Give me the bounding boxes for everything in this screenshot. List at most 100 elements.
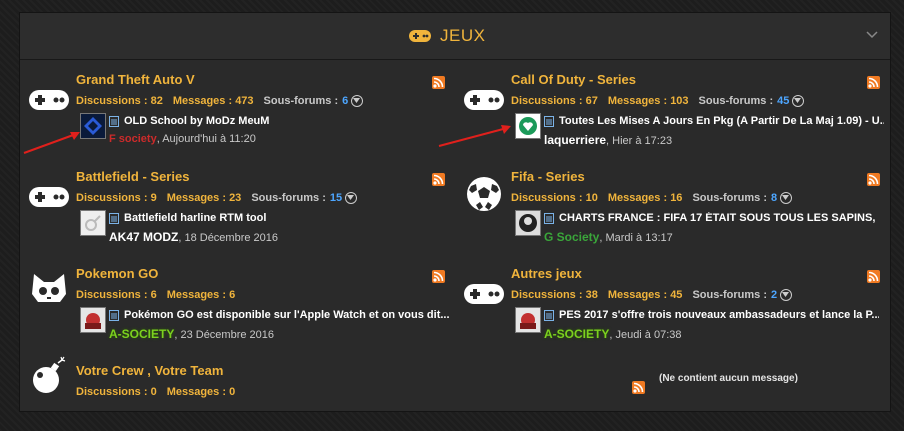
avatar[interactable]: [515, 113, 541, 139]
forum-stats: Discussions : 38 Messages : 45 Sous-foru…: [511, 289, 793, 301]
rss-icon[interactable]: [432, 76, 445, 89]
rss-icon[interactable]: [867, 173, 880, 186]
red-arrow-annotation: [23, 132, 80, 154]
last-post-meta: A-SOCIETY, 23 Décembre 2016: [109, 327, 274, 341]
avatar[interactable]: [80, 307, 106, 333]
category-header[interactable]: JEUX: [20, 13, 890, 60]
messages-count: Messages : 45: [607, 289, 683, 301]
red-arrow-annotation: [438, 125, 511, 147]
subforums-count[interactable]: 15: [330, 192, 342, 204]
subforums-label: Sous-forums :: [698, 95, 774, 107]
last-post-date: , Mardi à 13:17: [599, 232, 673, 244]
discussions-count: Discussions : 38: [511, 289, 598, 301]
subforums-count[interactable]: 6: [342, 95, 348, 107]
forum-stats: Discussions : 9 Messages : 23 Sous-forum…: [76, 192, 358, 204]
chevron-down-icon[interactable]: [345, 192, 358, 204]
forum-title[interactable]: Call Of Duty - Series: [511, 72, 636, 87]
last-post-date: , 23 Décembre 2016: [174, 329, 275, 341]
last-post-author[interactable]: laquerriere: [544, 133, 606, 147]
gamepad-icon: [464, 90, 504, 110]
forum-stats: Discussions : 82 Messages : 473 Sous-for…: [76, 95, 364, 107]
messages-count: Messages : 23: [166, 192, 242, 204]
forum-title[interactable]: Autres jeux: [511, 266, 582, 281]
soccer-ball-icon: [467, 177, 501, 211]
forum-row: Pokemon GO Discussions : 6 Messages : 6 …: [20, 266, 450, 358]
avatar[interactable]: [80, 210, 106, 236]
subforums-label: Sous-forums :: [251, 192, 326, 204]
rss-icon[interactable]: [432, 270, 445, 283]
forum-stats: Discussions : 67 Messages : 103 Sous-for…: [511, 95, 805, 107]
last-post-title[interactable]: CHARTS FRANCE : FIFA 17 ÉTAIT SOUS TOUS …: [559, 212, 879, 224]
document-icon: [109, 213, 119, 224]
category-title: JEUX: [408, 26, 485, 46]
document-icon: [544, 310, 554, 321]
last-post-date: , Jeudi à 07:38: [609, 329, 682, 341]
last-post-title[interactable]: Battlefield harline RTM tool: [124, 212, 424, 224]
rss-icon[interactable]: [867, 270, 880, 283]
forum-row: Call Of Duty - Series Discussions : 67 M…: [455, 72, 885, 164]
forum-row: Battlefield - Series Discussions : 9 Mes…: [20, 169, 450, 261]
last-post-date: , 18 Décembre 2016: [178, 232, 279, 244]
last-post-title[interactable]: OLD School by MoDz MeuM: [124, 115, 424, 127]
rss-icon[interactable]: [867, 76, 880, 89]
last-post-author[interactable]: A-SOCIETY: [544, 327, 609, 341]
gamepad-icon: [464, 284, 504, 304]
subforums-count[interactable]: 8: [771, 192, 777, 204]
last-post-meta: G Society, Mardi à 13:17: [544, 230, 673, 244]
cat-icon: [32, 274, 66, 302]
forum-title[interactable]: Grand Theft Auto V: [76, 72, 195, 87]
chevron-down-icon[interactable]: [780, 289, 793, 301]
forum-stats: Discussions : 0 Messages : 0: [76, 386, 235, 398]
chevron-down-icon[interactable]: [792, 95, 805, 107]
last-post-title[interactable]: PES 2017 s'offre trois nouveaux ambassad…: [559, 309, 879, 321]
bomb-icon: [33, 356, 66, 393]
discussions-count: Discussions : 67: [511, 95, 598, 107]
avatar[interactable]: [515, 307, 541, 333]
subforums-count[interactable]: 45: [777, 95, 789, 107]
document-icon: [544, 116, 554, 127]
last-post-meta: A-SOCIETY, Jeudi à 07:38: [544, 327, 682, 341]
category-panel: JEUX Grand Theft Auto V Discussions : 82…: [19, 12, 891, 412]
forum-stats: Discussions : 10 Messages : 16 Sous-foru…: [511, 192, 793, 204]
forum-stats: Discussions : 6 Messages : 6: [76, 289, 235, 301]
last-post-title[interactable]: Toutes Les Mises A Jours En Pkg (A Parti…: [559, 115, 884, 127]
messages-count: Messages : 16: [607, 192, 683, 204]
chevron-down-icon[interactable]: [351, 95, 364, 107]
messages-count: Messages : 103: [607, 95, 689, 107]
messages-count: Messages : 6: [166, 289, 236, 301]
last-post-author[interactable]: G Society: [544, 230, 599, 244]
chevron-down-icon[interactable]: [866, 31, 878, 39]
subforums-label: Sous-forums :: [692, 289, 767, 301]
last-post-title[interactable]: Pokémon GO est disponible sur l'Apple Wa…: [124, 309, 449, 321]
last-post-author[interactable]: A-SOCIETY: [109, 327, 174, 341]
forum-title[interactable]: Votre Crew , Votre Team: [76, 363, 223, 378]
last-post-meta: laquerriere, Hier à 17:23: [544, 133, 672, 147]
avatar[interactable]: [80, 113, 106, 139]
category-title-text: JEUX: [440, 26, 486, 45]
discussions-count: Discussions : 0: [76, 386, 157, 398]
gamepad-icon: [29, 187, 69, 207]
discussions-count: Discussions : 6: [76, 289, 157, 301]
messages-count: Messages : 473: [172, 95, 254, 107]
forum-title[interactable]: Fifa - Series: [511, 169, 585, 184]
last-post-author[interactable]: F society: [109, 133, 157, 145]
gamepad-icon: [409, 30, 431, 42]
last-post-date: , Aujourd'hui à 11:20: [156, 133, 256, 145]
last-post-author[interactable]: AK47 MODZ: [109, 230, 178, 244]
rss-icon[interactable]: [632, 381, 645, 394]
document-icon: [544, 213, 554, 224]
forum-title[interactable]: Battlefield - Series: [76, 169, 189, 184]
forum-title[interactable]: Pokemon GO: [76, 266, 158, 281]
forum-row: Autres jeux Discussions : 38 Messages : …: [455, 266, 885, 358]
forum-row: Votre Crew , Votre Team Discussions : 0 …: [20, 356, 880, 408]
rss-icon[interactable]: [432, 173, 445, 186]
empty-message: (Ne contient aucun message): [659, 373, 798, 384]
forum-row: Fifa - Series Discussions : 10 Messages …: [455, 169, 885, 261]
last-post-date: , Hier à 17:23: [606, 135, 673, 147]
subforums-count[interactable]: 2: [771, 289, 777, 301]
document-icon: [109, 116, 119, 127]
chevron-down-icon[interactable]: [780, 192, 793, 204]
discussions-count: Discussions : 9: [76, 192, 157, 204]
gamepad-icon: [29, 90, 69, 110]
avatar[interactable]: [515, 210, 541, 236]
